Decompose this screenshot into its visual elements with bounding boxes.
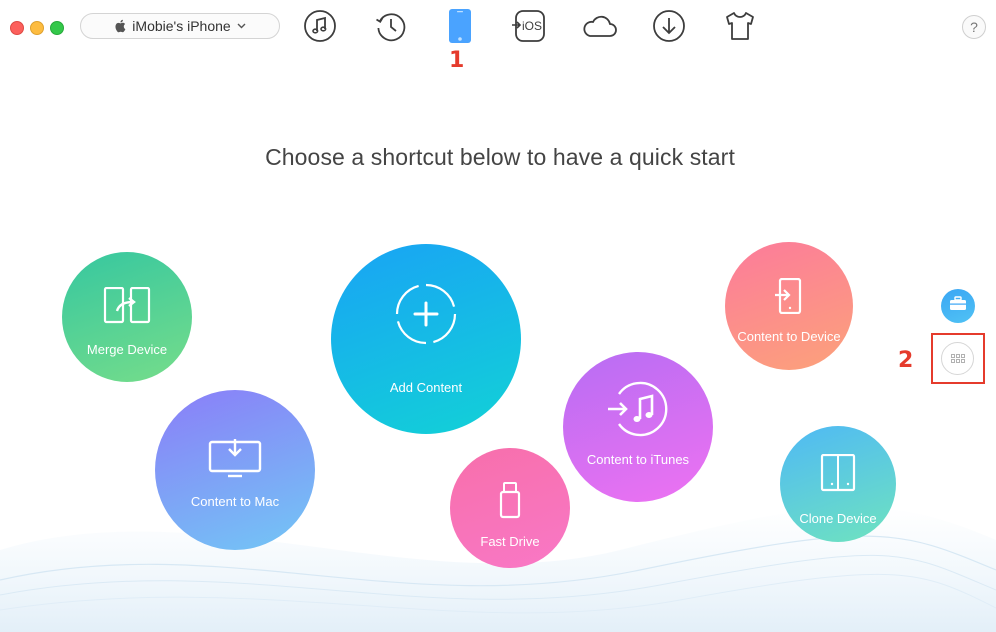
minimize-window-button[interactable] xyxy=(30,21,44,35)
shirt-icon xyxy=(724,11,756,46)
shortcut-label: Add Content xyxy=(389,380,463,395)
history-button[interactable] xyxy=(372,9,410,47)
content-to-mac-shortcut[interactable]: Content to Mac xyxy=(155,390,315,550)
merge-device-shortcut[interactable]: Merge Device xyxy=(62,252,192,382)
theme-button[interactable] xyxy=(721,9,759,47)
close-window-button[interactable] xyxy=(10,21,24,35)
shortcut-label: Merge Device xyxy=(86,342,168,357)
help-label: ? xyxy=(970,19,978,35)
shortcut-label: Fast Drive xyxy=(480,534,540,549)
toolbar: iMobie's iPhone iOS ? xyxy=(0,0,996,56)
music-icon xyxy=(303,9,337,48)
device-selector[interactable]: iMobie's iPhone xyxy=(80,13,280,39)
phone-icon xyxy=(448,8,472,49)
add-icon xyxy=(394,282,458,351)
device-tab[interactable] xyxy=(441,8,479,49)
content-to-itunes-shortcut[interactable]: Content to iTunes xyxy=(563,352,713,502)
cloud-icon xyxy=(581,12,617,45)
help-button[interactable]: ? xyxy=(962,15,986,39)
to-ios-icon: iOS xyxy=(511,9,547,48)
step-1-annotation: 1 xyxy=(449,48,465,73)
shortcut-label: Content to Mac xyxy=(190,494,280,509)
to-ios-button[interactable]: iOS xyxy=(510,9,548,47)
content-to-device-shortcut[interactable]: Content to Device xyxy=(725,242,853,370)
chevron-down-icon xyxy=(237,23,246,29)
history-icon xyxy=(374,9,408,48)
shortcut-label: Content to Device xyxy=(737,329,841,344)
download-button[interactable] xyxy=(650,9,688,47)
shortcut-label: Clone Device xyxy=(799,511,877,526)
step-2-annotation: 2 xyxy=(898,348,914,373)
add-content-shortcut[interactable]: Add Content xyxy=(331,244,521,434)
clone-device-shortcut[interactable]: Clone Device xyxy=(780,426,896,542)
to-itunes-icon xyxy=(607,381,669,442)
download-icon xyxy=(652,9,686,48)
zoom-window-button[interactable] xyxy=(50,21,64,35)
usb-drive-icon xyxy=(499,481,521,524)
merge-device-icon xyxy=(103,286,151,330)
page-title: Choose a shortcut below to have a quick … xyxy=(265,144,735,170)
shortcut-label: Content to iTunes xyxy=(586,452,690,467)
highlight-box xyxy=(931,333,985,384)
toolkit-button[interactable] xyxy=(941,289,975,323)
toolbox-icon xyxy=(949,296,967,316)
music-button[interactable] xyxy=(301,9,339,47)
device-name: iMobie's iPhone xyxy=(132,18,231,34)
apple-icon xyxy=(114,19,126,33)
icloud-button[interactable] xyxy=(580,9,618,47)
monitor-download-icon xyxy=(208,438,262,483)
clone-device-icon xyxy=(820,453,856,497)
fast-drive-shortcut[interactable]: Fast Drive xyxy=(450,448,570,568)
phone-import-icon xyxy=(774,277,804,319)
svg-text:iOS: iOS xyxy=(522,19,542,33)
